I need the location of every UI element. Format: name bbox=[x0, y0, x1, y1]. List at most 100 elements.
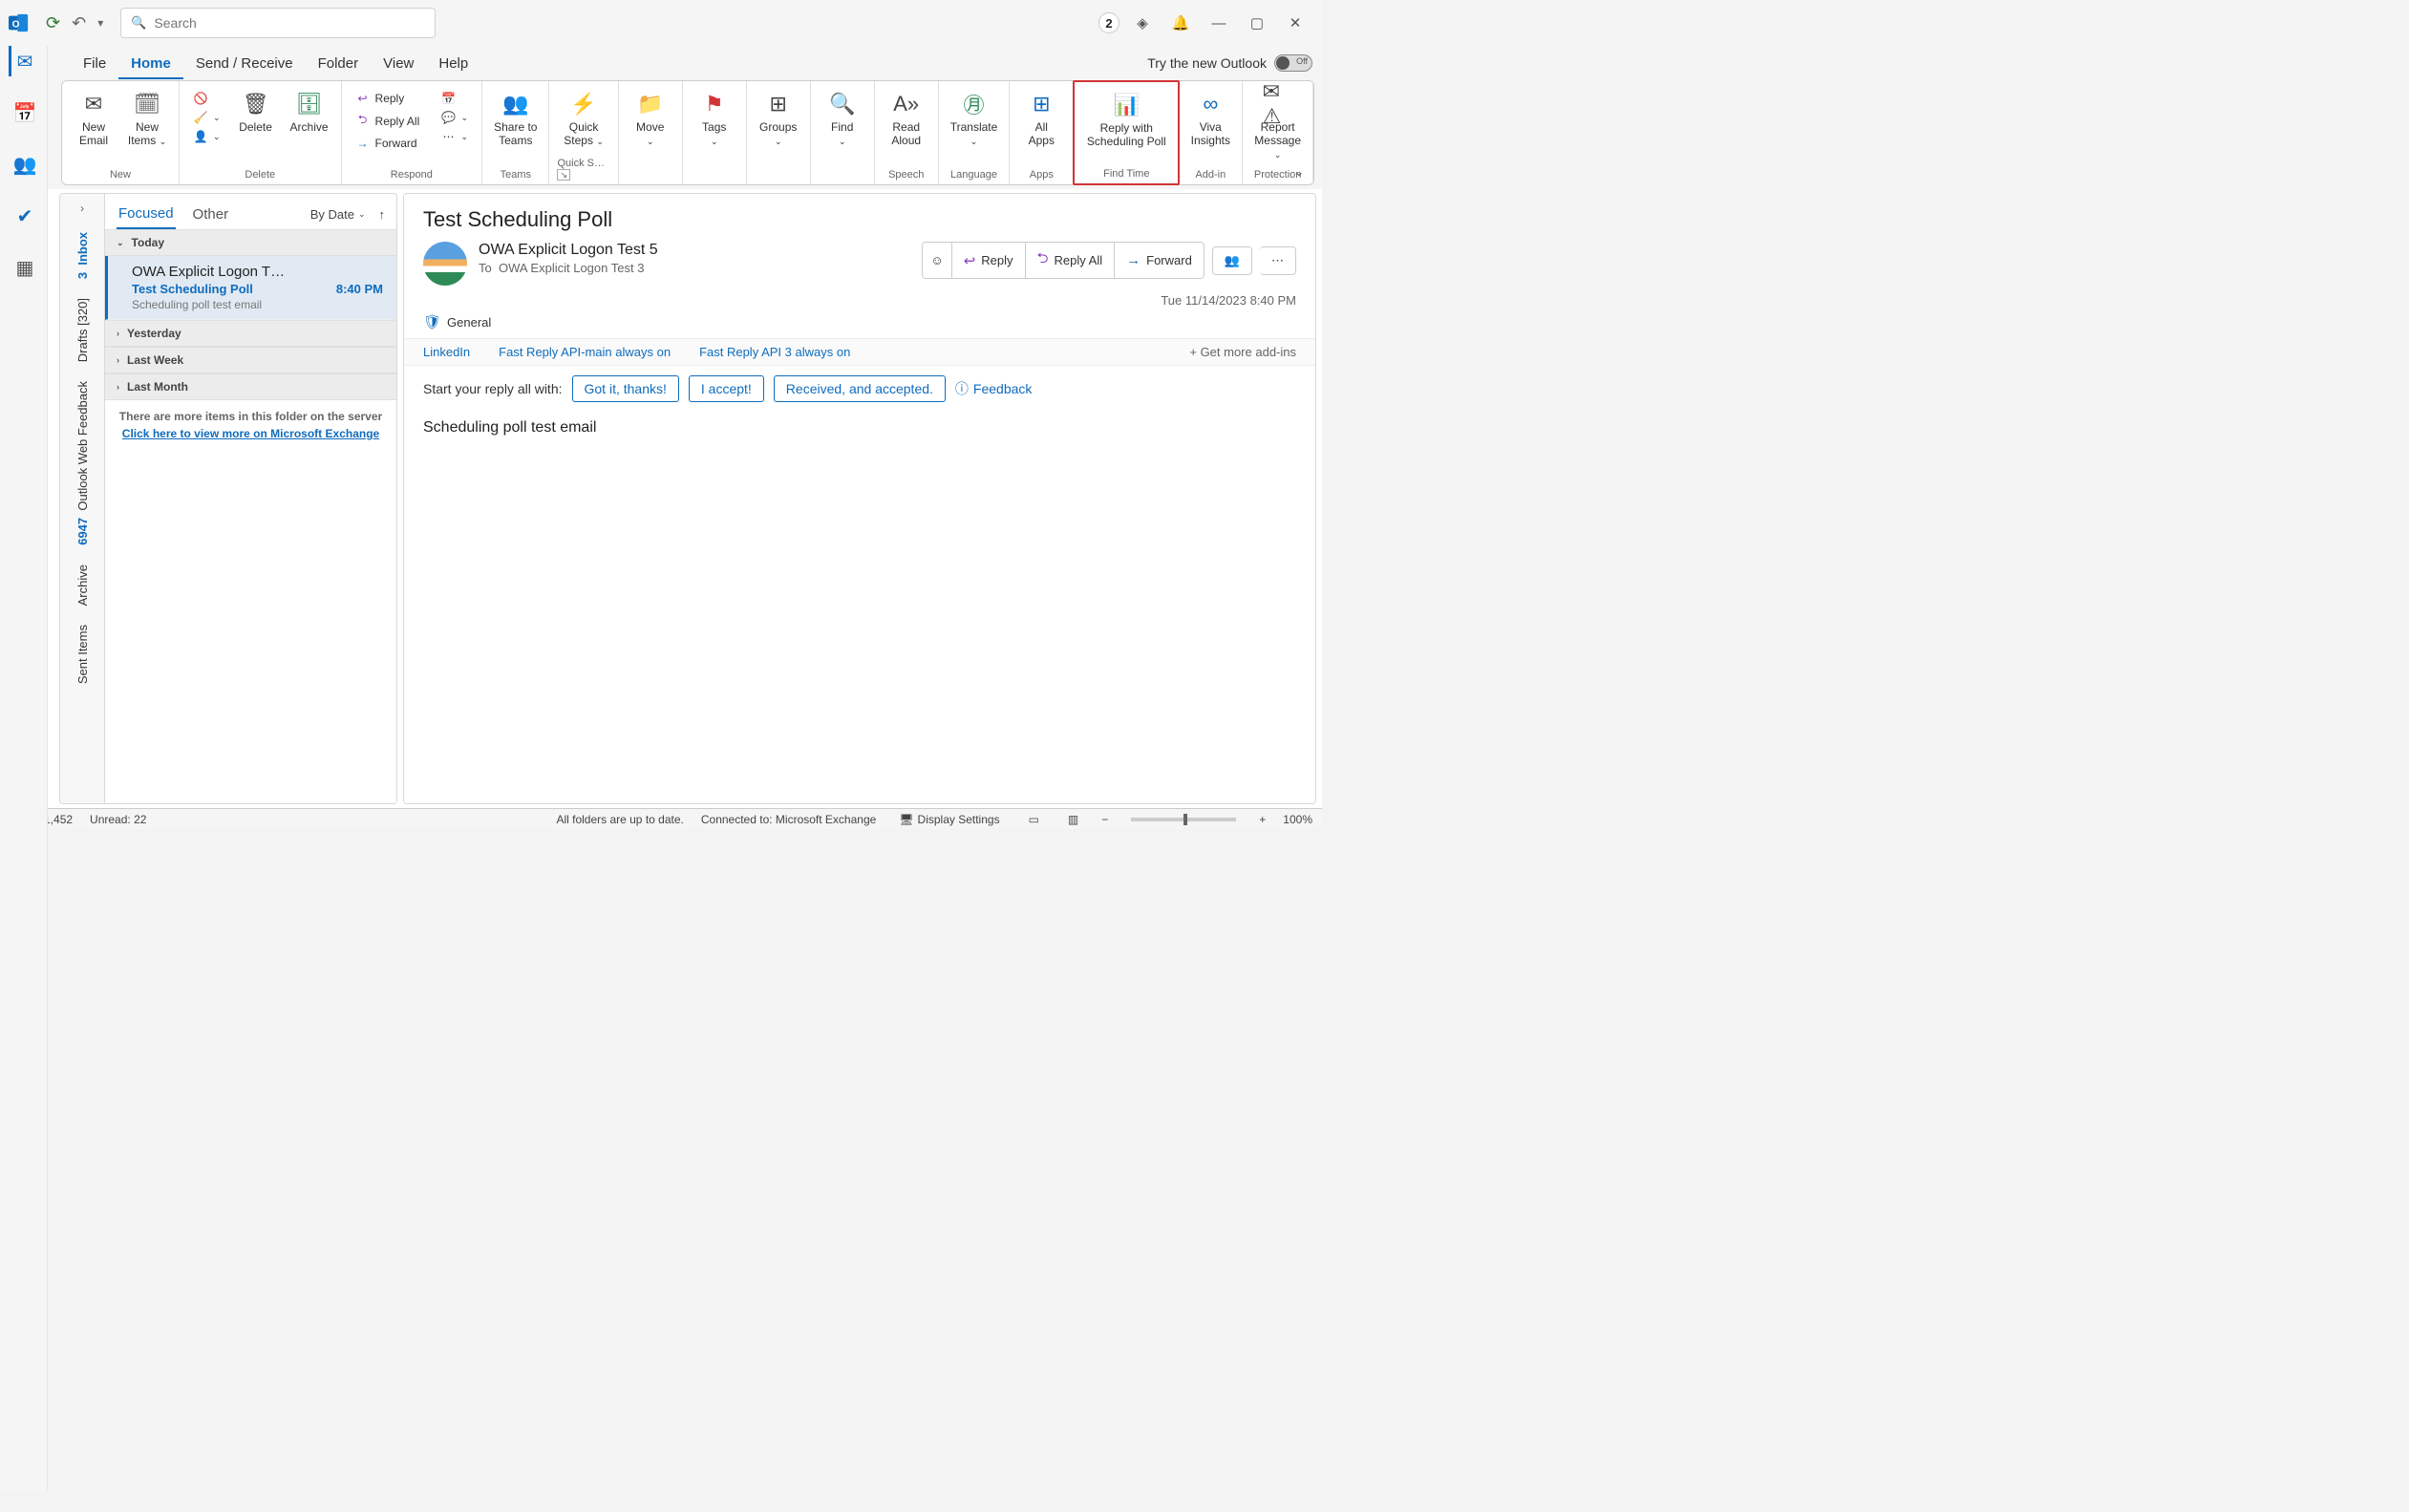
quick-reply-chip-1[interactable]: Got it, thanks! bbox=[572, 375, 679, 402]
close-button[interactable]: ✕ bbox=[1276, 4, 1314, 42]
menu-view[interactable]: View bbox=[371, 48, 426, 79]
cleanup-button[interactable]: 🧹⌄ bbox=[189, 110, 224, 125]
ellipsis-icon: ⋯ bbox=[1271, 253, 1284, 268]
quick-reply-chip-2[interactable]: I accept! bbox=[689, 375, 764, 402]
ribbon-group-findtime-label: Find Time bbox=[1103, 166, 1149, 181]
folder-drafts[interactable]: Drafts [320] bbox=[74, 288, 92, 372]
feedback-link[interactable]: ⓘFeedback bbox=[955, 379, 1032, 398]
rail-people-icon[interactable]: 👥 bbox=[9, 149, 39, 180]
search-box[interactable]: 🔍 bbox=[120, 8, 436, 38]
reading-reply-button[interactable]: ↩Reply bbox=[952, 242, 1026, 279]
reply-button[interactable]: ↩Reply bbox=[352, 91, 428, 106]
apps-icon: ⊞ bbox=[1026, 89, 1056, 119]
date-group-last-month[interactable]: ›Last Month bbox=[105, 373, 396, 400]
zoom-in-button[interactable]: + bbox=[1259, 813, 1266, 826]
teams-chat-button[interactable]: 👥 bbox=[1212, 246, 1252, 275]
cleanup-icon: 🧹 bbox=[193, 111, 208, 124]
get-more-addins[interactable]: + Get more add-ins bbox=[1189, 345, 1296, 359]
groups-button[interactable]: ⊞ Groups⌄ bbox=[755, 87, 802, 150]
folder-sent[interactable]: Sent Items bbox=[74, 615, 92, 693]
display-settings-button[interactable]: 🖥 Display Settings bbox=[893, 813, 1005, 826]
try-new-outlook-toggle[interactable]: Off bbox=[1274, 54, 1312, 72]
addin-fast-reply-3[interactable]: Fast Reply API 3 always on bbox=[699, 345, 850, 359]
find-button[interactable]: 🔍 Find⌄ bbox=[819, 87, 866, 150]
quick-steps-button[interactable]: ⚡ Quick Steps ⌄ bbox=[560, 87, 608, 150]
sync-icon[interactable]: ⟳ bbox=[46, 13, 60, 33]
reading-datetime: Tue 11/14/2023 8:40 PM bbox=[404, 291, 1315, 309]
menu-send-receive[interactable]: Send / Receive bbox=[183, 48, 306, 79]
addin-fast-reply-main[interactable]: Fast Reply API-main always on bbox=[499, 345, 671, 359]
view-normal-button[interactable]: ▭ bbox=[1023, 813, 1045, 826]
zoom-level[interactable]: 100% bbox=[1283, 813, 1312, 826]
quick-reply-chip-3[interactable]: Received, and accepted. bbox=[774, 375, 946, 402]
tags-button[interactable]: ⚑ Tags⌄ bbox=[691, 87, 738, 150]
date-group-yesterday[interactable]: ›Yesterday bbox=[105, 320, 396, 347]
reply-all-button[interactable]: ⮌Reply All bbox=[352, 110, 428, 132]
notifications-icon[interactable]: 🔔 bbox=[1162, 4, 1200, 42]
translate-button[interactable]: ㊊ Translate⌄ bbox=[947, 87, 1002, 150]
all-apps-button[interactable]: ⊞ All Apps bbox=[1017, 87, 1065, 150]
read-aloud-button[interactable]: A» Read Aloud bbox=[883, 87, 930, 150]
ribbon-group-teams-label: Teams bbox=[501, 167, 531, 182]
date-group-last-week[interactable]: ›Last Week bbox=[105, 347, 396, 373]
message-item[interactable]: OWA Explicit Logon T… Test Scheduling Po… bbox=[105, 256, 396, 320]
new-items-button[interactable]: 🗓 New Items ⌄ bbox=[123, 87, 171, 150]
qat-dropdown-icon[interactable]: ▾ bbox=[97, 16, 103, 30]
undo-icon[interactable]: ↶ bbox=[72, 13, 86, 33]
viva-insights-button[interactable]: ∞ Viva Insights bbox=[1186, 87, 1234, 150]
rail-todo-icon[interactable]: ✔ bbox=[9, 201, 39, 231]
folder-owf[interactable]: 6947 Outlook Web Feedback bbox=[74, 372, 92, 555]
new-email-button[interactable]: ✉ New Email bbox=[70, 87, 117, 150]
tab-other[interactable]: Other bbox=[191, 201, 231, 228]
menu-folder[interactable]: Folder bbox=[306, 48, 372, 79]
rail-more-apps-icon[interactable]: ▦ bbox=[9, 252, 39, 283]
coming-soon-badge[interactable]: 2 bbox=[1098, 12, 1119, 33]
view-reading-button[interactable]: ▥ bbox=[1062, 813, 1084, 826]
zoom-slider[interactable] bbox=[1131, 818, 1236, 821]
junk-icon: 👤 bbox=[193, 130, 208, 143]
expand-folders-icon[interactable]: › bbox=[80, 194, 84, 223]
rail-calendar-icon[interactable]: 📅 bbox=[9, 97, 39, 128]
menu-help[interactable]: Help bbox=[426, 48, 480, 79]
meeting-button[interactable]: 📅 bbox=[437, 91, 473, 106]
reading-forward-button[interactable]: →Forward bbox=[1115, 242, 1204, 279]
ribbon-group-find-time: 📊 Reply with Scheduling Poll Find Time bbox=[1073, 80, 1180, 185]
reply-with-scheduling-poll-button[interactable]: 📊 Reply with Scheduling Poll bbox=[1082, 88, 1170, 151]
report-message-button[interactable]: ✉⚠ Report Message ⌄ bbox=[1250, 87, 1305, 162]
maximize-button[interactable]: ▢ bbox=[1238, 4, 1276, 42]
share-im-button[interactable]: 💬⌄ bbox=[437, 110, 473, 125]
delete-button[interactable]: 🗑 Delete bbox=[232, 87, 280, 137]
addin-linkedin[interactable]: LinkedIn bbox=[423, 345, 470, 359]
left-app-rail: ✉ 📅 👥 ✔ ▦ bbox=[0, 46, 48, 1491]
reading-reply-all-button[interactable]: ⮌Reply All bbox=[1026, 242, 1116, 279]
date-group-today[interactable]: ⌄Today bbox=[105, 229, 396, 256]
sort-direction-icon[interactable]: ↑ bbox=[379, 207, 386, 222]
reading-subject: Test Scheduling Poll bbox=[404, 207, 1315, 242]
tab-focused[interactable]: Focused bbox=[117, 200, 176, 229]
chevron-down-icon[interactable]: ⌄ bbox=[358, 209, 366, 220]
view-more-link[interactable]: Click here to view more on Microsoft Exc… bbox=[105, 425, 396, 450]
junk-button[interactable]: 👤⌄ bbox=[189, 129, 224, 144]
premium-icon[interactable]: ◈ bbox=[1123, 4, 1162, 42]
minimize-button[interactable]: — bbox=[1200, 4, 1238, 42]
rail-mail-icon[interactable]: ✉ bbox=[9, 46, 39, 76]
ribbon-expand-icon[interactable]: ⌄ bbox=[1294, 165, 1304, 179]
sort-label[interactable]: By Date bbox=[310, 207, 354, 222]
move-button[interactable]: 📁 Move⌄ bbox=[627, 87, 674, 150]
teams-icon: 👥 bbox=[501, 89, 531, 119]
share-to-teams-button[interactable]: 👥 Share to Teams bbox=[490, 87, 541, 150]
ignore-button[interactable]: 🚫 bbox=[189, 91, 224, 106]
forward-button[interactable]: →Forward bbox=[352, 136, 428, 151]
message-subject: Test Scheduling Poll bbox=[132, 282, 253, 296]
menu-home[interactable]: Home bbox=[118, 48, 183, 79]
more-actions-button[interactable]: ⋯ bbox=[1260, 246, 1296, 275]
menu-file[interactable]: File bbox=[71, 48, 118, 79]
search-input[interactable] bbox=[154, 15, 425, 31]
zoom-out-button[interactable]: − bbox=[1101, 813, 1108, 826]
folder-inbox[interactable]: 3 Inbox bbox=[74, 223, 92, 288]
archive-button[interactable]: 🗄 Archive bbox=[286, 87, 333, 137]
folder-archive[interactable]: Archive bbox=[74, 555, 92, 615]
ribbon-group-quick-steps: ⚡ Quick Steps ⌄ Quick S… ↘ bbox=[549, 81, 618, 184]
more-respond-button[interactable]: ⋯⌄ bbox=[437, 129, 473, 144]
react-button[interactable]: ☺ bbox=[922, 242, 951, 279]
